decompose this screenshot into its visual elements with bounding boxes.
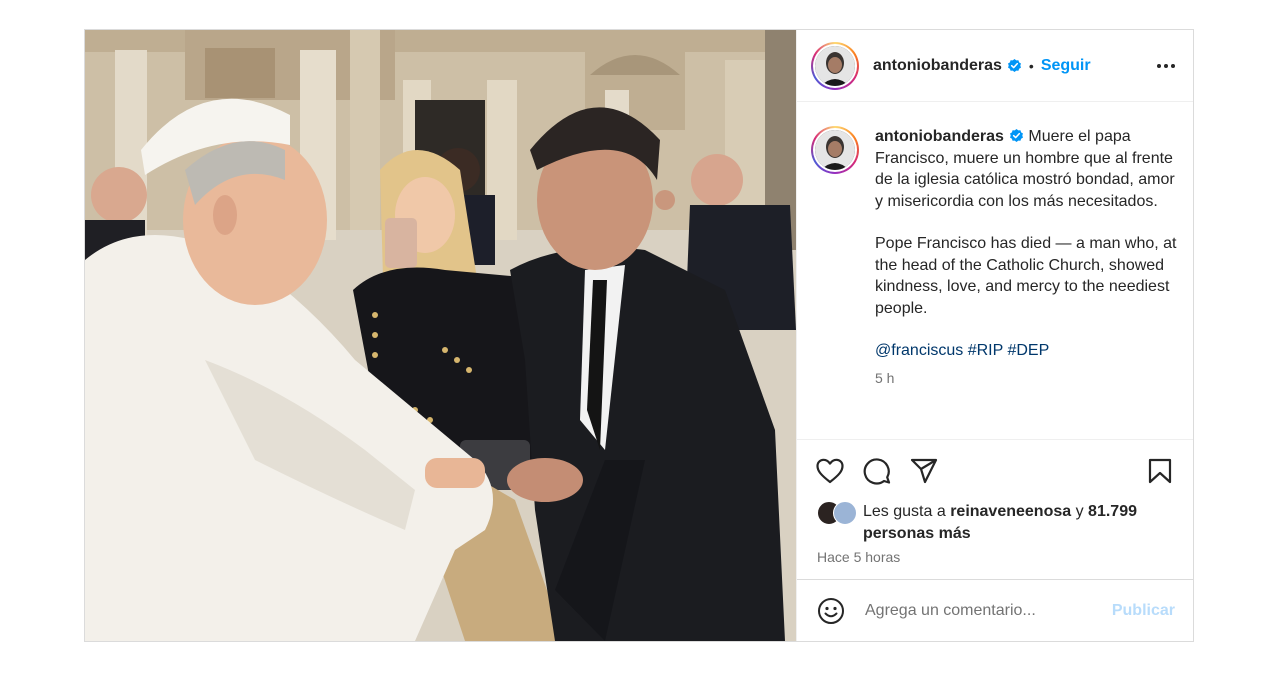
comment-input[interactable] bbox=[863, 600, 1112, 621]
comment-icon[interactable] bbox=[862, 456, 892, 486]
likes-text: Les gusta a reinaveneenosa y 81.799 pers… bbox=[863, 501, 1177, 545]
action-bar bbox=[797, 439, 1193, 501]
publish-button[interactable]: Publicar bbox=[1112, 602, 1175, 620]
caption-timestamp: 5 h bbox=[875, 369, 895, 386]
verified-badge-icon bbox=[1009, 129, 1023, 142]
post-side-panel: antoniobanderas • Seguir antoniobanderas… bbox=[796, 30, 1193, 641]
caption-username[interactable]: antoniobanderas bbox=[875, 128, 1004, 145]
verified-badge-icon bbox=[1007, 59, 1021, 72]
liker-avatar bbox=[833, 501, 857, 525]
avatar[interactable] bbox=[811, 41, 859, 90]
bookmark-icon[interactable] bbox=[1145, 456, 1175, 486]
header-separator: • bbox=[1028, 57, 1034, 74]
posted-ago[interactable]: Hace 5 horas bbox=[797, 545, 1193, 579]
likes-prefix: Les gusta a bbox=[863, 503, 946, 520]
likes-summary: Les gusta a reinaveneenosa y 81.799 pers… bbox=[797, 501, 1193, 545]
post-photo[interactable] bbox=[85, 30, 796, 641]
caption: antoniobanderas Muere el papa Francisco,… bbox=[875, 126, 1177, 439]
likes-joiner: y bbox=[1075, 503, 1084, 520]
post-photo-illustration bbox=[85, 30, 796, 641]
more-options-icon[interactable] bbox=[1155, 55, 1177, 77]
instagram-post: antoniobanderas • Seguir antoniobanderas… bbox=[84, 29, 1194, 642]
caption-tags[interactable]: @franciscus #RIP #DEP bbox=[875, 340, 1177, 362]
heart-icon[interactable] bbox=[815, 456, 845, 486]
likes-user[interactable]: reinaveneenosa bbox=[950, 503, 1071, 520]
caption-area: antoniobanderas Muere el papa Francisco,… bbox=[797, 102, 1193, 439]
profile-photo-icon bbox=[815, 45, 855, 86]
paper-plane-icon[interactable] bbox=[909, 456, 939, 486]
post-header: antoniobanderas • Seguir bbox=[797, 30, 1193, 102]
profile-photo-icon bbox=[815, 130, 855, 170]
caption-text-en: Pope Francisco has died — a man who, at … bbox=[875, 235, 1177, 317]
emoji-icon[interactable] bbox=[817, 597, 845, 625]
follow-button[interactable]: Seguir bbox=[1041, 57, 1091, 75]
comment-bar: Publicar bbox=[797, 579, 1193, 641]
header-username[interactable]: antoniobanderas bbox=[873, 57, 1002, 75]
liker-avatars[interactable] bbox=[817, 501, 861, 525]
caption-paragraph-es: antoniobanderas Muere el papa Francisco,… bbox=[875, 126, 1177, 212]
caption-avatar[interactable] bbox=[811, 126, 859, 174]
